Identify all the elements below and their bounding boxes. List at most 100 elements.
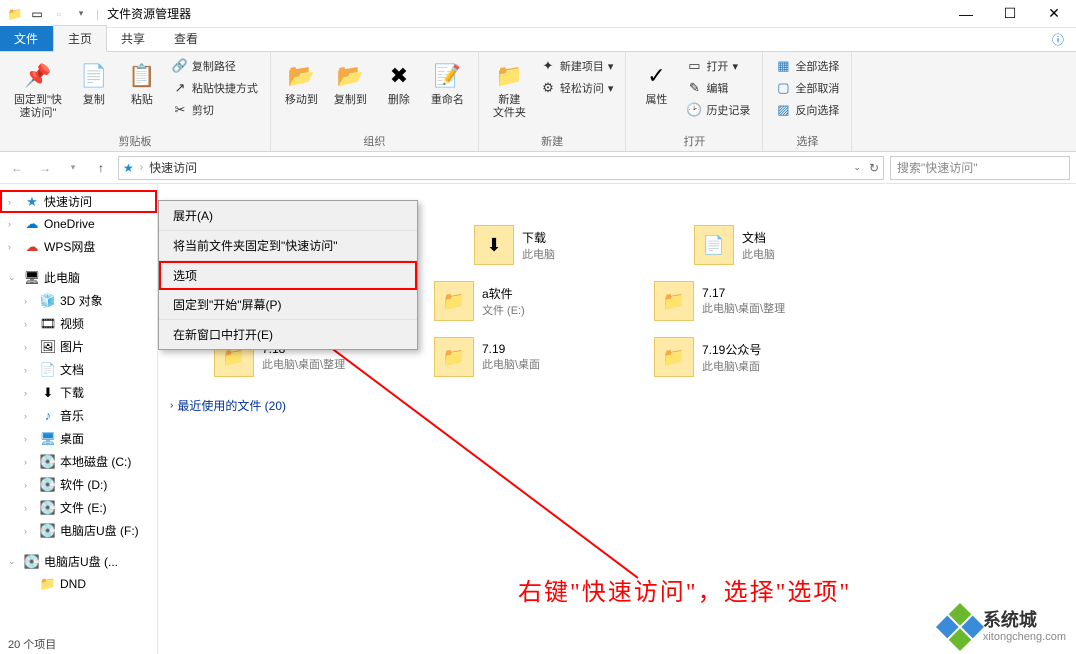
history-button[interactable]: 🕑历史记录 xyxy=(682,100,754,120)
organize-group-label: 组织 xyxy=(279,131,470,151)
delete-button[interactable]: ✖删除 xyxy=(377,56,421,111)
qat-properties-icon[interactable]: ▭ xyxy=(28,5,46,23)
folder-item[interactable]: 📁7.17此电脑\桌面\整理 xyxy=(650,277,850,325)
sidebar-documents[interactable]: ›📄文档 xyxy=(0,358,157,381)
edit-button[interactable]: ✎编辑 xyxy=(682,78,754,98)
open-button[interactable]: ▭打开 ▾ xyxy=(682,56,754,76)
sidebar-downloads[interactable]: ›⬇下载 xyxy=(0,381,157,404)
properties-icon: ✓ xyxy=(640,60,672,92)
content-area: ⌄常用文件夹 (10) ⬇下载此电脑📄文档此电脑🖼图片此电脑📁a软件文件 (E:… xyxy=(158,184,1076,654)
watermark-url: xitongcheng.com xyxy=(983,631,1066,643)
forward-button[interactable]: → xyxy=(34,157,56,179)
sidebar-desktop[interactable]: ›🖥桌面 xyxy=(0,427,157,450)
quickaccess-crumb-icon: ★ xyxy=(123,161,134,175)
folder-item[interactable]: 📄文档此电脑 xyxy=(690,221,890,269)
sidebar-wps[interactable]: ›☁WPS网盘 xyxy=(0,235,157,258)
selectnone-button[interactable]: ▢全部取消 xyxy=(771,78,843,98)
sidebar-onedrive[interactable]: ›☁OneDrive xyxy=(0,213,157,235)
folder-icon: ⬇ xyxy=(474,225,514,265)
sidebar-drive-e[interactable]: ›💽文件 (E:) xyxy=(0,496,157,519)
folder-sub: 文件 (E:) xyxy=(482,302,525,318)
sidebar-dnd[interactable]: 📁DND xyxy=(0,573,157,595)
invert-icon: ▨ xyxy=(775,102,791,118)
open-icon: ▭ xyxy=(686,58,702,74)
selectall-button[interactable]: ▦全部选择 xyxy=(771,56,843,76)
folder-item[interactable]: 📁7.19此电脑\桌面 xyxy=(430,333,630,381)
refresh-icon[interactable]: ↻ xyxy=(869,161,879,175)
folder-icon: 📁 xyxy=(654,281,694,321)
paste-shortcut-button[interactable]: ↗粘贴快捷方式 xyxy=(168,78,262,98)
path-icon: 🔗 xyxy=(172,58,188,74)
ctx-new-window[interactable]: 在新窗口中打开(E) xyxy=(159,320,417,349)
addressbar[interactable]: ★ › 快速访问 ⌄ ↻ xyxy=(118,156,884,180)
search-input[interactable]: 搜索"快速访问" xyxy=(890,156,1070,180)
selectall-icon: ▦ xyxy=(775,58,791,74)
ctx-options[interactable]: 选项 xyxy=(159,261,417,290)
qat-dropdown-icon[interactable]: ▾ xyxy=(72,5,90,23)
ctx-pin-quickaccess[interactable]: 将当前文件夹固定到"快速访问" xyxy=(159,231,417,261)
folder-icon: 📁 xyxy=(654,337,694,377)
cut-icon: ✂ xyxy=(172,102,188,118)
copy-button[interactable]: 📄 复制 xyxy=(72,56,116,111)
newitem-button[interactable]: ✦新建项目 ▾ xyxy=(536,56,618,76)
open-group-label: 打开 xyxy=(634,131,754,151)
annotation-text: 右键"快速访问"，选择"选项" xyxy=(518,572,851,607)
rename-button[interactable]: 📝重命名 xyxy=(425,56,470,111)
properties-button[interactable]: ✓属性 xyxy=(634,56,678,111)
sidebar-quickaccess[interactable]: ›★快速访问 xyxy=(0,190,157,213)
watermark-name: 系统城 xyxy=(983,611,1066,631)
folder-item[interactable]: 📁7.19公众号此电脑\桌面 xyxy=(650,333,850,381)
folder-icon: 📄 xyxy=(694,225,734,265)
paste-button[interactable]: 📋 粘贴 xyxy=(120,56,164,111)
sidebar-thispc[interactable]: ⌄🖥此电脑 xyxy=(0,266,157,289)
shortcut-icon: ↗ xyxy=(172,80,188,96)
sidebar-drive-c[interactable]: ›💽本地磁盘 (C:) xyxy=(0,450,157,473)
up-button[interactable]: ↑ xyxy=(90,157,112,179)
close-button[interactable]: ✕ xyxy=(1032,0,1076,28)
folder-item[interactable]: ⬇下载此电脑 xyxy=(470,221,670,269)
ctx-expand[interactable]: 展开(A) xyxy=(159,201,417,231)
minimize-button[interactable]: — xyxy=(944,0,988,28)
statusbar: 20 个项目 xyxy=(0,634,64,654)
context-menu: 展开(A) 将当前文件夹固定到"快速访问" 选项 固定到"开始"屏幕(P) 在新… xyxy=(158,200,418,350)
invert-button[interactable]: ▨反向选择 xyxy=(771,100,843,120)
folder-name: 7.19公众号 xyxy=(702,341,761,358)
sidebar-usb[interactable]: ⌄💽电脑店U盘 (... xyxy=(0,550,157,573)
recent-dropdown[interactable]: ▾ xyxy=(62,157,84,179)
tab-share[interactable]: 共享 xyxy=(107,26,160,51)
sidebar-drive-d[interactable]: ›💽软件 (D:) xyxy=(0,473,157,496)
ribbon-help-icon[interactable]: ⓘ xyxy=(1040,31,1076,48)
edit-icon: ✎ xyxy=(686,80,702,96)
folder-sub: 此电脑\桌面\整理 xyxy=(262,356,345,372)
sidebar-3dobjects[interactable]: ›🧊3D 对象 xyxy=(0,289,157,312)
cut-button[interactable]: ✂剪切 xyxy=(168,100,262,120)
sidebar-videos[interactable]: ›🎞视频 xyxy=(0,312,157,335)
newfolder-button[interactable]: 📁新建 文件夹 xyxy=(487,56,532,124)
copyto-button[interactable]: 📂复制到 xyxy=(328,56,373,111)
maximize-button[interactable]: ☐ xyxy=(988,0,1032,28)
ribbon-tabs: 文件 主页 共享 查看 ⓘ xyxy=(0,28,1076,52)
moveto-button[interactable]: 📂移动到 xyxy=(279,56,324,111)
folder-name: 7.17 xyxy=(702,286,785,300)
sidebar-drive-f[interactable]: ›💽电脑店U盘 (F:) xyxy=(0,519,157,542)
folder-sub: 此电脑 xyxy=(522,246,555,262)
section-recent-files[interactable]: ›最近使用的文件 (20) xyxy=(170,397,1064,414)
qat-newfolder-icon[interactable]: ▫ xyxy=(50,5,68,23)
tab-view[interactable]: 查看 xyxy=(160,26,213,51)
tab-file[interactable]: 文件 xyxy=(0,26,53,51)
tab-home[interactable]: 主页 xyxy=(53,25,107,52)
folder-icon: 📁 xyxy=(434,337,474,377)
easyaccess-button[interactable]: ⚙轻松访问 ▾ xyxy=(536,78,618,98)
sidebar-pictures[interactable]: ›🖼图片 xyxy=(0,335,157,358)
pin-quickaccess-button[interactable]: 📌 固定到"快 速访问" xyxy=(8,56,68,124)
watermark: 系统城 xitongcheng.com xyxy=(943,610,1066,644)
address-dropdown-icon[interactable]: ⌄ xyxy=(853,162,861,173)
folder-name: a软件 xyxy=(482,285,525,302)
sidebar-music[interactable]: ›♪音乐 xyxy=(0,404,157,427)
copy-path-button[interactable]: 🔗复制路径 xyxy=(168,56,262,76)
back-button[interactable]: ← xyxy=(6,157,28,179)
folder-item[interactable]: 📁a软件文件 (E:) xyxy=(430,277,630,325)
ctx-pin-start[interactable]: 固定到"开始"屏幕(P) xyxy=(159,290,417,320)
copyto-icon: 📂 xyxy=(334,60,366,92)
breadcrumb-item[interactable]: 快速访问 xyxy=(149,159,197,176)
